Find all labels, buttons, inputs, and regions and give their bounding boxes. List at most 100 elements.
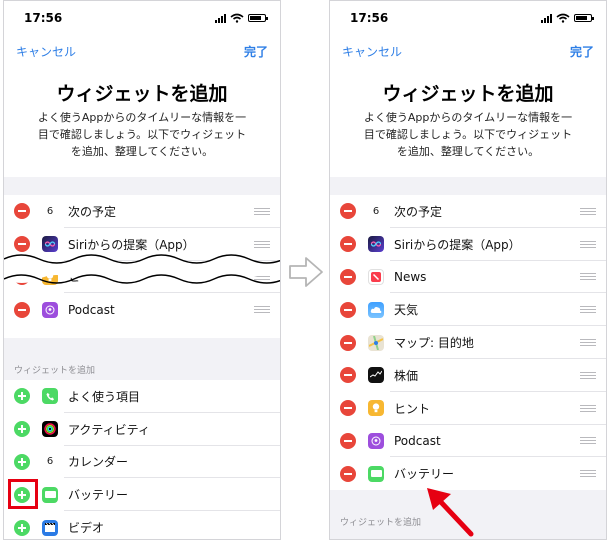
news-icon [368, 268, 384, 285]
remove-button[interactable] [340, 301, 356, 318]
widget-label: Siriからの提案（App） [394, 237, 521, 252]
widget-row[interactable]: ヒント [330, 391, 606, 425]
reorder-handle-icon[interactable] [580, 306, 596, 314]
widget-row[interactable]: 株価 [330, 358, 606, 392]
status-bar: 17:56 [4, 11, 280, 27]
reorder-handle-icon[interactable] [580, 339, 596, 347]
podcast-icon [42, 301, 58, 318]
widget-row[interactable]: 6 次の予定 [330, 195, 606, 228]
video-icon [42, 519, 58, 536]
widget-row[interactable]: 6 カレンダー [4, 445, 280, 479]
stocks-icon [368, 367, 384, 384]
widget-label: マップ: 目的地 [394, 336, 474, 351]
remove-button[interactable] [14, 203, 30, 220]
wifi-icon [230, 13, 244, 23]
page-title: ウィジェットを追加 [382, 83, 554, 105]
wifi-icon [556, 13, 570, 23]
reorder-handle-icon[interactable] [580, 273, 596, 281]
battery-status-icon [574, 14, 594, 22]
description-line: よく使うAppからのタイムリーな情報を一 [37, 111, 247, 124]
done-button[interactable]: 完了 [570, 43, 594, 60]
widget-label: Podcast [68, 302, 115, 317]
omission-wave-marker [4, 254, 280, 284]
widget-label: 天気 [394, 303, 419, 318]
widget-row[interactable]: よく使う項目 [4, 380, 280, 413]
remove-button[interactable] [340, 400, 356, 417]
battery-status-icon [248, 14, 268, 22]
calendar-icon: 6 [46, 205, 54, 217]
cancel-button[interactable]: キャンセル [16, 43, 76, 60]
widget-label: カレンダー [68, 455, 129, 470]
widget-label: 次の予定 [394, 204, 443, 219]
reorder-handle-icon[interactable] [580, 240, 596, 248]
add-button[interactable] [14, 388, 30, 405]
widget-label: よく使う項目 [68, 389, 141, 404]
description-line: を追加、整理してください。 [70, 145, 214, 158]
add-button[interactable] [14, 421, 30, 438]
signal-icon [215, 13, 226, 23]
signal-icon [541, 13, 552, 23]
siri-icon [368, 236, 384, 253]
remove-button[interactable] [340, 432, 356, 449]
status-bar: 17:56 [330, 11, 606, 27]
phone-icon [42, 388, 58, 405]
widget-row[interactable]: Siriからの提案（App） [330, 227, 606, 261]
widget-label: 次の予定 [68, 204, 117, 219]
description-line: を追加、整理してください。 [396, 145, 540, 158]
section-header: ウィジェットを追加 [14, 366, 96, 376]
widget-row[interactable]: News [330, 260, 606, 294]
weather-icon [368, 301, 384, 318]
calendar-icon: 6 [372, 205, 380, 217]
section-header: ウィジェットを追加 [340, 518, 422, 528]
remove-button[interactable] [340, 367, 356, 384]
remove-button[interactable] [340, 268, 356, 285]
available-widget-list: よく使う項目 アクティビティ 6 カレンダー バッテリー ビデオ [4, 380, 280, 539]
widget-row[interactable]: Podcast [330, 424, 606, 458]
battery-icon [42, 486, 58, 503]
widget-row[interactable]: Podcast [4, 293, 280, 327]
reorder-handle-icon[interactable] [580, 207, 596, 215]
status-icons [541, 13, 594, 23]
status-time: 17:56 [24, 11, 63, 25]
reorder-handle-icon[interactable] [580, 371, 596, 379]
highlight-box [8, 479, 38, 509]
remove-button[interactable] [340, 334, 356, 351]
widget-label: News [394, 269, 427, 284]
add-button[interactable] [14, 453, 30, 470]
widget-row[interactable]: アクティビティ [4, 412, 280, 446]
add-button[interactable] [14, 519, 30, 536]
widget-label: 株価 [394, 368, 419, 383]
widget-row[interactable]: マップ: 目的地 [330, 326, 606, 359]
widget-row[interactable]: 天気 [330, 293, 606, 327]
reorder-handle-icon[interactable] [580, 404, 596, 412]
widget-label: バッテリー [394, 467, 455, 482]
reorder-handle-icon[interactable] [580, 437, 596, 445]
done-button[interactable]: 完了 [244, 43, 268, 60]
maps-icon [368, 334, 384, 351]
page-description: よく使うAppからのタイムリーな情報を一 目で確認しましょう。以下でウィジェット… [352, 109, 584, 160]
remove-button[interactable] [340, 203, 356, 220]
cancel-button[interactable]: キャンセル [342, 43, 402, 60]
podcast-icon [368, 432, 384, 449]
separator [4, 177, 280, 195]
widget-row[interactable]: ビデオ [4, 511, 280, 539]
widget-label: バッテリー [68, 488, 129, 503]
remove-button[interactable] [14, 301, 30, 318]
widget-row[interactable]: バッテリー [4, 478, 280, 512]
battery-icon [368, 465, 384, 482]
description-line: 目で確認しましょう。以下でウィジェット [363, 128, 573, 141]
widget-label: ビデオ [68, 521, 105, 536]
widget-row[interactable]: 6 次の予定 [4, 195, 280, 228]
left-phone-screenshot: 17:56 キャンセル 完了 ウィジェットを追加 よく使うAppからのタイムリー… [3, 0, 281, 540]
reorder-handle-icon[interactable] [254, 207, 270, 215]
status-time: 17:56 [350, 11, 389, 25]
activity-icon [42, 421, 58, 438]
reorder-handle-icon[interactable] [254, 240, 270, 248]
remove-button[interactable] [340, 236, 356, 253]
reorder-handle-icon[interactable] [254, 306, 270, 314]
reorder-handle-icon[interactable] [580, 470, 596, 478]
remove-button[interactable] [340, 465, 356, 482]
page-title: ウィジェットを追加 [56, 83, 228, 105]
separator [330, 177, 606, 195]
nav-bar: キャンセル 完了 [330, 43, 606, 59]
